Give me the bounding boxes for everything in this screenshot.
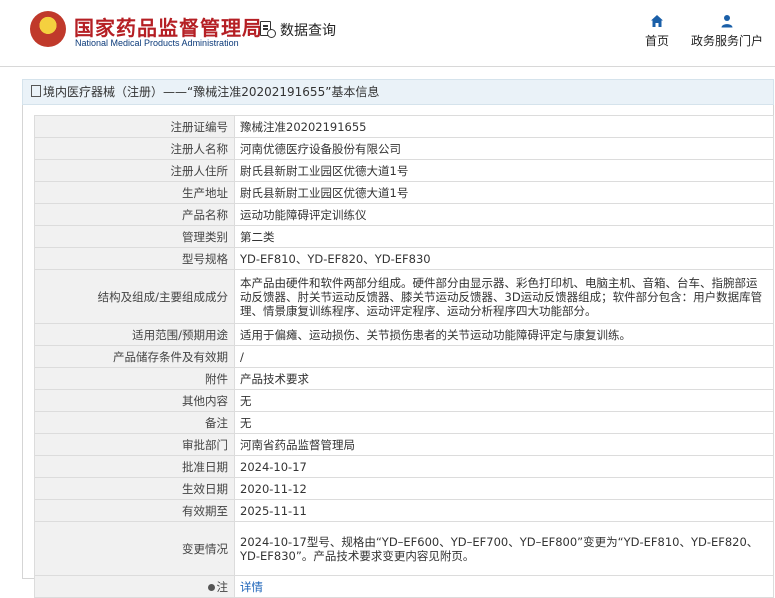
table-row: 注册人名称 河南优德医疗设备股份有限公司 [34, 137, 774, 160]
row-value: 尉氏县新尉工业园区优德大道1号 [234, 159, 774, 182]
row-value: 产品技术要求 [234, 367, 774, 390]
details-link[interactable]: 详情 [240, 580, 263, 594]
table-row: 审批部门 河南省药品监督管理局 [34, 433, 774, 456]
row-label: 其他内容 [34, 389, 235, 412]
row-value: 2020-11-12 [234, 477, 774, 500]
table-row: 批准日期 2024-10-17 [34, 455, 774, 478]
row-label: 产品储存条件及有效期 [34, 345, 235, 368]
row-value: / [234, 345, 774, 368]
row-label: 生产地址 [34, 181, 235, 204]
row-label: 有效期至 [34, 499, 235, 522]
nav-home-label: 首页 [644, 34, 669, 48]
note-value-cell: 详情 [234, 575, 774, 598]
document-search-icon [260, 21, 276, 39]
table-row: 注册人住所 尉氏县新尉工业园区优德大道1号 [34, 159, 774, 182]
row-value: 第二类 [234, 225, 774, 248]
table-row: 变更情况 2024-10-17型号、规格由“YD–EF600、YD–EF700、Y… [34, 521, 774, 576]
table-row: 生效日期 2020-11-12 [34, 477, 774, 500]
breadcrumb: 境内医疗器械（注册）——“豫械注准20202191655”基本信息 [22, 79, 774, 105]
row-label: 型号规格 [34, 247, 235, 270]
site-header: 国家药品监督管理局 National Medical Products Admi… [0, 0, 775, 67]
site-subtitle: National Medical Products Administration [75, 38, 239, 48]
detail-table: 注册证编号 豫械注准20202191655 注册人名称 河南优德医疗设备股份有限公司注… [34, 115, 774, 598]
row-value: 河南优德医疗设备股份有限公司 [234, 137, 774, 160]
row-value: 适用于偏瘫、运动损伤、关节损伤患者的关节运动功能障碍评定与康复训练。 [234, 323, 774, 346]
nav-service-portal-label: 政务服务门户 [690, 34, 763, 48]
national-emblem-icon [30, 11, 66, 47]
row-label: 附件 [34, 367, 235, 390]
row-value: 2025-11-11 [234, 499, 774, 522]
row-label: 审批部门 [34, 433, 235, 456]
table-row: 产品名称 运动功能障碍评定训练仪 [34, 203, 774, 226]
row-value: 豫械注准20202191655 [234, 115, 774, 138]
row-label: 变更情况 [34, 521, 235, 576]
table-row: 适用范围/预期用途 适用于偏瘫、运动损伤、关节损伤患者的关节运动功能障碍评定与康复… [34, 323, 774, 346]
document-icon [31, 85, 41, 97]
row-value: 2024-10-17 [234, 455, 774, 478]
row-value: 无 [234, 411, 774, 434]
table-row: 型号规格 YD-EF810、YD-EF820、YD-EF830 [34, 247, 774, 270]
table-row: 其他内容无 [34, 389, 774, 412]
table-row: 生产地址 尉氏县新尉工业园区优德大道1号 [34, 181, 774, 204]
data-query-label: 数据查询 [280, 23, 336, 39]
row-label: 批准日期 [34, 455, 235, 478]
nav-home[interactable]: 首页 [645, 14, 669, 49]
row-label: 注册证编号 [34, 115, 235, 138]
row-label: 产品名称 [34, 203, 235, 226]
row-value: 河南省药品监督管理局 [234, 433, 774, 456]
note-label: 注 [216, 579, 229, 594]
row-value: YD-EF810、YD-EF820、YD-EF830 [234, 247, 774, 270]
table-row: 注册证编号 豫械注准20202191655 [34, 115, 774, 138]
table-row: 附件 产品技术要求 [34, 367, 774, 390]
row-label: 管理类别 [34, 225, 235, 248]
row-value: 无 [234, 389, 774, 412]
note-label-cell: 注 [34, 575, 235, 598]
row-value: 本产品由硬件和软件两部分组成。硬件部分由显示器、彩色打印机、电脑主机、音箱、台车… [234, 269, 774, 324]
row-value: 运动功能障碍评定训练仪 [234, 203, 774, 226]
row-value: 2024-10-17型号、规格由“YD–EF600、YD–EF700、YD–EF… [234, 521, 774, 576]
pin-icon [207, 583, 215, 591]
nav-service-portal[interactable]: 政务服务门户 [691, 14, 763, 49]
table-row: 有效期至 2025-11-11 [34, 499, 774, 522]
row-label: 注册人名称 [34, 137, 235, 160]
row-value: 尉氏县新尉工业园区优德大道1号 [234, 181, 774, 204]
table-row: 结构及组成/主要组成成分 本产品由硬件和软件两部分组成。硬件部分由显示器、彩色打印… [34, 269, 774, 324]
note-row: 注详情 [34, 575, 774, 598]
top-nav: 首页 政务服务门户 [645, 14, 763, 49]
table-row: 产品储存条件及有效期 / [34, 345, 774, 368]
table-row: 备注无 [34, 411, 774, 434]
row-label: 适用范围/预期用途 [34, 323, 235, 346]
row-label: 生效日期 [34, 477, 235, 500]
row-label: 注册人住所 [34, 159, 235, 182]
row-label: 备注 [34, 411, 235, 434]
row-label: 结构及组成/主要组成成分 [34, 269, 235, 324]
breadcrumb-text: 境内医疗器械（注册）——“豫械注准20202191655”基本信息 [43, 85, 380, 99]
site-title[interactable]: 国家药品监督管理局 [74, 12, 263, 41]
table-row: 管理类别 第二类 [34, 225, 774, 248]
data-query-link[interactable]: 数据查询 [260, 20, 336, 40]
user-icon [721, 15, 733, 28]
home-icon [650, 15, 663, 27]
